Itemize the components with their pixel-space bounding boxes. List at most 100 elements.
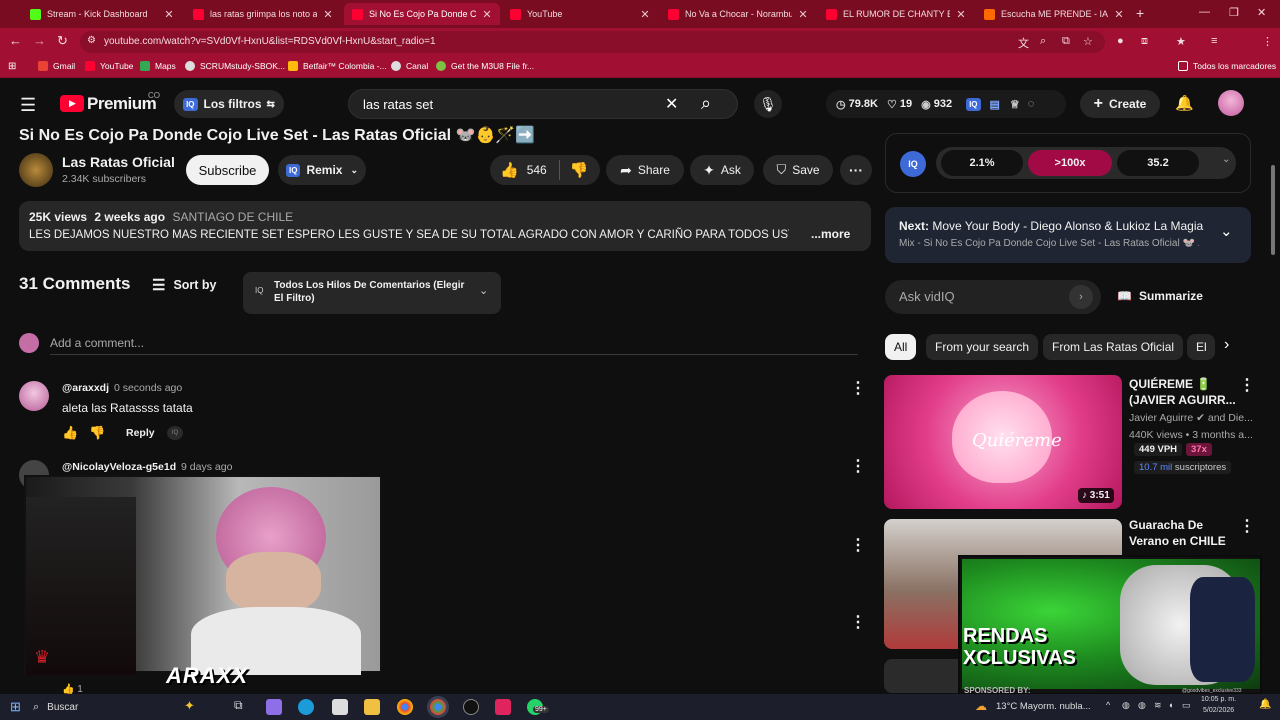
ask-vidiq-input[interactable]: Ask vidIQ › (885, 280, 1101, 314)
video-menu-icon[interactable]: ⋮ (1239, 519, 1255, 535)
bookmark-maps[interactable]: Maps (140, 61, 176, 71)
comment-menu-icon[interactable]: ⋮ (850, 381, 866, 397)
share-button[interactable]: ➦ Share (606, 155, 684, 185)
location-tag[interactable]: SANTIAGO DE CHILE (172, 210, 293, 224)
site-info-icon[interactable]: ⚙ (87, 35, 96, 46)
chrome-icon[interactable] (397, 699, 413, 715)
weather-text[interactable]: 13°C Mayorm. nubla... (996, 701, 1091, 712)
close-icon[interactable]: ✕ (638, 8, 652, 21)
extensions-icon[interactable]: ⧈ (1141, 35, 1148, 48)
bookmark-gmail[interactable]: Gmail (38, 61, 75, 71)
file-explorer-icon[interactable] (364, 699, 380, 715)
bookmark-betfair[interactable]: Betfair™ Colombia -... (288, 61, 387, 71)
whatsapp-icon[interactable]: 99+ (527, 699, 549, 715)
clear-search-icon[interactable]: ✕ (665, 94, 678, 114)
search-icon[interactable]: ⌕ (701, 93, 711, 114)
search-box[interactable]: las ratas set ✕ ⌕ (348, 89, 738, 119)
sort-by-button[interactable]: ☰ Sort by (152, 276, 217, 294)
tab-me-prende[interactable]: Escucha ME PRENDE - IAN ARAN✕ (976, 3, 1132, 25)
tab-rumor-chanty[interactable]: EL RUMOR DE CHANTY EN ME✕ (818, 3, 974, 25)
url-text[interactable]: youtube.com/watch?v=SVd0Vf-HxnU&list=RDS… (104, 36, 436, 47)
battery-icon[interactable]: ▭ (1182, 700, 1191, 711)
comment-menu-icon[interactable]: ⋮ (850, 615, 866, 631)
vidiq-icon[interactable]: IQ (167, 426, 183, 440)
tray-app-icon[interactable]: ◍ (1122, 700, 1130, 711)
send-arrow-icon[interactable]: › (1069, 285, 1093, 309)
forward-icon[interactable]: → (33, 33, 46, 48)
chip-el[interactable]: El (1187, 334, 1215, 360)
chip-from-channel[interactable]: From Las Ratas Oficial (1043, 334, 1184, 360)
comment-author[interactable]: @araxxdj 0 seconds ago (62, 382, 182, 394)
video-title[interactable]: QUIÉREME 🔋 (JAVIER AGUIRR... (1129, 376, 1239, 408)
chevron-down-icon[interactable]: ⌄ (1220, 222, 1233, 240)
taskbar-search[interactable]: ⌕ Buscar (33, 698, 233, 716)
media-control-icon[interactable]: ≡ (1211, 35, 1217, 47)
tray-chevron-icon[interactable]: ^ (1106, 700, 1110, 710)
hamburger-menu-icon[interactable]: ☰ (20, 95, 36, 116)
tab-kick-dashboard[interactable]: Stream - Kick Dashboard ✕ (22, 3, 182, 25)
copilot-icon[interactable] (266, 699, 282, 715)
bookmark-youtube[interactable]: YouTube (85, 61, 133, 71)
summarize-button[interactable]: 📖 Summarize (1117, 289, 1203, 303)
bookmark-scrumstudy[interactable]: SCRUMstudy-SBOK... (185, 61, 285, 71)
remix-button[interactable]: IQ Remix ⌄ (278, 155, 366, 185)
user-avatar[interactable] (1218, 90, 1244, 116)
bookmark-canal[interactable]: Canal (391, 61, 428, 71)
bookmark-star-icon[interactable]: ☆ (1083, 35, 1093, 48)
reply-button[interactable]: Reply (126, 427, 155, 439)
add-comment-input[interactable]: Add a comment... (50, 336, 144, 350)
tab-youtube[interactable]: YouTube ✕ (502, 3, 658, 25)
install-app-icon[interactable]: ⧉ (1062, 35, 1070, 48)
reload-icon[interactable]: ↻ (57, 33, 68, 49)
comment-menu-icon[interactable]: ⋮ (850, 538, 866, 554)
all-bookmarks[interactable]: Todos los marcadores (1178, 61, 1276, 71)
apps-grid-icon[interactable]: ⊞ (8, 61, 16, 72)
video-channel[interactable]: Javier Aguirre ✔ and Die... (1129, 412, 1253, 424)
chip-from-search[interactable]: From your search (926, 334, 1039, 360)
comment-filter-select[interactable]: IQ Todos Los Hilos De Comentarios (Elegi… (243, 272, 501, 314)
edge-icon[interactable] (298, 699, 314, 715)
like-icon[interactable]: 👍 (500, 161, 519, 179)
channel-avatar[interactable] (19, 153, 53, 187)
comment-menu-icon[interactable]: ⋮ (850, 459, 866, 475)
clock-time[interactable]: 10:05 p. m. (1201, 696, 1236, 703)
obs-icon[interactable] (463, 699, 479, 715)
tab-no-va-a-chocar[interactable]: No Va a Chocar - Norambuena✕ (660, 3, 816, 25)
favorites-icon[interactable]: ★ (1176, 35, 1186, 48)
ask-button[interactable]: ✦ Ask (690, 155, 754, 185)
dislike-icon[interactable]: 👎 (570, 161, 589, 179)
subscribe-button[interactable]: Subscribe (186, 155, 269, 185)
windows-start-icon[interactable]: ⊞ (10, 699, 21, 715)
tab-ratas-griimpa[interactable]: las ratas griimpa los noto asustados✕ (185, 3, 341, 25)
zoom-icon[interactable]: ⌕ (1040, 35, 1046, 48)
minimize-icon[interactable]: — (1199, 6, 1210, 18)
more-link[interactable]: ...more (811, 227, 850, 241)
comment-dislike-icon[interactable]: 👎 (89, 425, 105, 441)
clock-date[interactable]: 5/02/2026 (1203, 707, 1234, 714)
tab-current-video[interactable]: Si No Es Cojo Pa Donde Cojo Live Set✕ (344, 3, 500, 25)
store-icon[interactable] (332, 699, 348, 715)
close-icon[interactable]: ✕ (1112, 8, 1126, 21)
close-icon[interactable]: ✕ (796, 8, 810, 21)
new-tab-button[interactable]: + (1136, 5, 1144, 21)
close-icon[interactable]: ✕ (480, 8, 494, 21)
more-actions-icon[interactable]: ··· (840, 155, 872, 185)
tray-app-icon[interactable]: ◍ (1138, 700, 1146, 711)
video-menu-icon[interactable]: ⋮ (1239, 378, 1255, 394)
close-window-icon[interactable]: ✕ (1257, 6, 1266, 19)
chevron-down-icon[interactable]: ⌄ (1222, 154, 1230, 165)
chip-all[interactable]: All (885, 334, 917, 360)
comment-avatar[interactable] (19, 381, 49, 411)
browser-menu-icon[interactable]: ⋮ (1262, 35, 1273, 48)
vidiq-score[interactable]: 35.2 (1117, 150, 1199, 176)
chevron-right-icon[interactable]: › (1224, 336, 1229, 354)
task-view-icon[interactable]: ⧉ (234, 698, 243, 713)
create-button[interactable]: + Create (1080, 90, 1160, 118)
comment-author[interactable]: @NicolayVeloza-g5e1d 9 days ago (62, 461, 232, 473)
vidiq-stats-bar[interactable]: ◷ 79.8K ♡ 19 ◉ 932 IQ ▤ ♕ ◌ (826, 90, 1066, 118)
next-up-mix[interactable]: Next: Move Your Body - Diego Alonso & Lu… (885, 207, 1251, 263)
chrome-active-icon[interactable] (430, 699, 446, 715)
notification-center-icon[interactable]: 🔔 (1259, 699, 1271, 710)
tiktok-icon[interactable] (495, 699, 511, 715)
back-icon[interactable]: ← (9, 33, 22, 48)
